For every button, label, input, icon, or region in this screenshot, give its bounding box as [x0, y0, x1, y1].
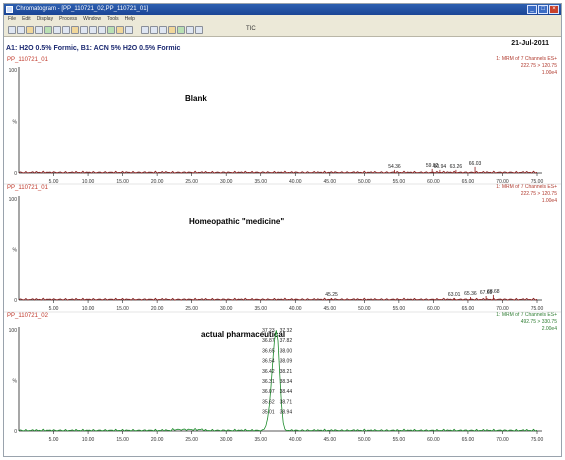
- x-tick-label: 10.00: [82, 437, 95, 443]
- x-tick-label: 75.00: [531, 437, 544, 443]
- y-tick-100-1: 100: [9, 197, 18, 203]
- x-tick-label: 35.00: [254, 437, 267, 443]
- peak-label-right: 38.34: [280, 379, 293, 385]
- peak-label: 60.94: [434, 164, 447, 170]
- x-tick-label: 50.00: [358, 437, 371, 443]
- x-tick-label: 5.00: [49, 306, 59, 312]
- channel-0: 1: MRM of 7 Channels ES+: [496, 56, 557, 62]
- x-tick-label: 20.00: [151, 306, 164, 312]
- peak-label-left: 36.65: [262, 348, 275, 354]
- peak-label-right: 38.00: [280, 348, 293, 354]
- peak-label-right: 38.71: [280, 399, 293, 405]
- peak-label-right: 38.94: [280, 410, 293, 416]
- y-tick-100-0: 100: [9, 68, 18, 74]
- chromatogram-plot: PP_110721_01 1: MRM of 7 Channels ES+222.…: [4, 56, 561, 443]
- channel-1: 1: MRM of 7 Channels ES+: [496, 184, 557, 190]
- x-tick-label: 30.00: [220, 306, 233, 312]
- peak-label: 45.25: [325, 292, 338, 298]
- x-tick-label: 25.00: [185, 437, 198, 443]
- x-tick-label: 20.00: [151, 437, 164, 443]
- chromatogram-window: Chromatogram - [PP_110721_02,PP_110721_0…: [3, 3, 562, 457]
- peak-label-right: 38.09: [280, 359, 293, 365]
- peak-label-left: 36.42: [262, 369, 275, 375]
- peak-label-right: 37.32: [280, 328, 293, 334]
- peak-label-right: 38.21: [280, 369, 293, 375]
- transition-2: 492.75 > 330.75: [521, 319, 558, 325]
- x-tick-label: 55.00: [393, 306, 406, 312]
- transition-1: 222.75 > 120.75: [521, 191, 558, 197]
- x-tick-label: 55.00: [393, 437, 406, 443]
- x-tick-label: 25.00: [185, 306, 198, 312]
- y-tick-pct-1: %: [13, 248, 18, 254]
- trace-name-2: PP_110721_02: [7, 313, 49, 319]
- peak-label-left: 36.07: [262, 389, 275, 395]
- peak-label-right: 38.44: [280, 389, 293, 395]
- y-tick-0-1: 0: [14, 298, 17, 304]
- peak-label: 68.68: [487, 289, 500, 295]
- x-tick-label: 10.00: [82, 306, 95, 312]
- peak-label: 65.36: [464, 291, 477, 297]
- peak-label-left: 37.23: [262, 328, 275, 334]
- peak-label-left: 36.54: [262, 359, 275, 365]
- peak-label-left: 36.31: [262, 379, 275, 385]
- intensity-0: 1.00e4: [542, 70, 558, 76]
- x-tick-label: 60.00: [427, 437, 440, 443]
- y-tick-100-2: 100: [9, 328, 18, 334]
- peak-label-left: 35.62: [262, 399, 275, 405]
- y-tick-pct-0: %: [13, 120, 18, 126]
- peak-label-left: 35.01: [262, 410, 275, 416]
- x-tick-label: 15.00: [116, 437, 129, 443]
- annotation-0: Blank: [185, 94, 207, 103]
- x-tick-label: 45.00: [324, 306, 337, 312]
- peak-label: 63.01: [448, 292, 461, 298]
- trace-name-1: PP_110721_01: [7, 185, 49, 191]
- peak-label-right: 37.82: [280, 338, 293, 344]
- x-tick-label: 65.00: [462, 306, 475, 312]
- intensity-2: 2.00e4: [542, 326, 558, 332]
- intensity-1: 1.00e4: [542, 198, 558, 204]
- y-tick-0-0: 0: [14, 171, 17, 177]
- channel-2: 1: MRM of 7 Channels ES+: [496, 312, 557, 318]
- x-tick-label: 70.00: [496, 437, 509, 443]
- x-tick-label: 15.00: [116, 306, 129, 312]
- x-tick-label: 50.00: [358, 306, 371, 312]
- x-tick-label: 40.00: [289, 437, 302, 443]
- peak-label: 63.26: [450, 164, 463, 170]
- x-tick-label: 30.00: [220, 437, 233, 443]
- trace-line-2: [18, 330, 538, 432]
- x-tick-label: 45.00: [324, 437, 337, 443]
- annotation-1: Homeopathic "medicine": [189, 217, 284, 226]
- x-tick-label: 65.00: [462, 437, 475, 443]
- y-tick-pct-2: %: [13, 379, 18, 385]
- transition-0: 222.75 > 120.75: [521, 63, 558, 69]
- x-tick-label: 5.00: [49, 437, 59, 443]
- peak-label: 66.03: [469, 161, 482, 167]
- peak-label: 54.36: [388, 164, 401, 170]
- x-tick-label: 60.00: [427, 306, 440, 312]
- trace-name-0: PP_110721_01: [7, 57, 49, 63]
- y-tick-0-2: 0: [14, 429, 17, 435]
- x-tick-label: 40.00: [289, 306, 302, 312]
- x-tick-label: 35.00: [254, 306, 267, 312]
- peak-label-left: 36.87: [262, 338, 275, 344]
